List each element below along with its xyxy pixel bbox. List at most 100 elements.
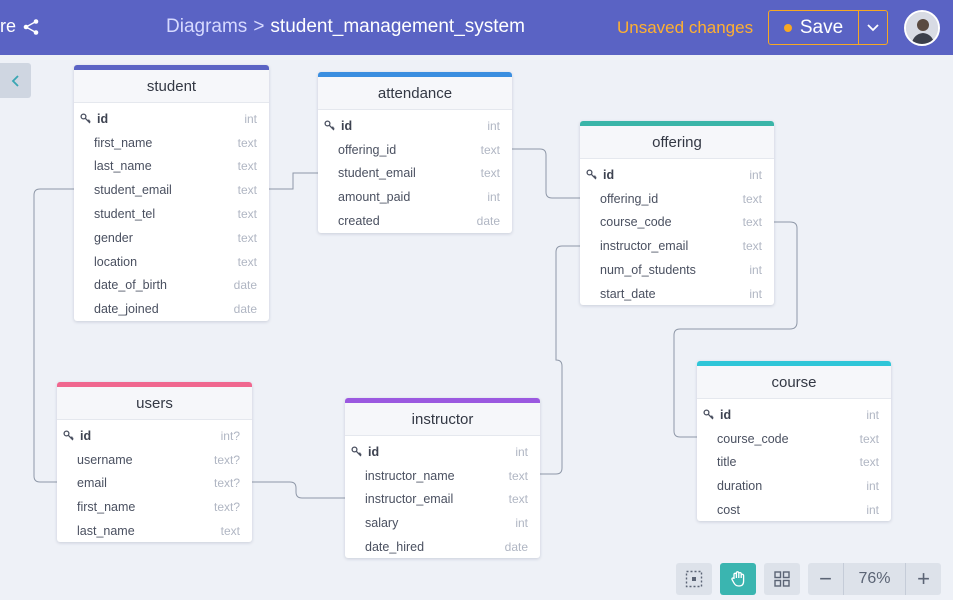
table-course[interactable]: course id int course_code text title text durat…	[697, 361, 891, 521]
table-attendance[interactable]: attendance id int offering_id text student_em…	[318, 72, 512, 233]
column-row[interactable]: student_tel text	[74, 202, 269, 226]
column-row[interactable]: start_date int	[580, 282, 774, 305]
column-row[interactable]: student_email text	[74, 178, 269, 202]
column-row[interactable]: salary int	[345, 511, 540, 535]
column-name: student_email	[338, 166, 416, 181]
column-name: date_of_birth	[94, 278, 167, 293]
table-header-course[interactable]: course	[697, 361, 891, 399]
save-label: Save	[799, 16, 844, 38]
link-instructor-offering	[540, 245, 580, 475]
zoom-out-button[interactable]: −	[808, 563, 843, 595]
column-row[interactable]: id int	[580, 163, 774, 187]
column-name: cost	[717, 503, 740, 518]
table-header-users[interactable]: users	[57, 382, 252, 420]
pan-mode-button[interactable]	[720, 563, 756, 595]
share-icon	[23, 18, 39, 35]
primary-key-icon	[351, 446, 365, 457]
column-name: student_email	[94, 183, 172, 198]
column-row[interactable]: duration int	[697, 474, 891, 498]
column-type: int?	[220, 428, 240, 443]
column-row[interactable]: offering_id text	[318, 138, 512, 162]
column-type: int	[866, 407, 879, 422]
primary-key-icon	[324, 120, 338, 131]
column-row[interactable]: last_name text	[57, 519, 252, 542]
column-row[interactable]: first_name text	[74, 131, 269, 155]
save-options-dropdown[interactable]	[859, 10, 888, 45]
column-row[interactable]: date_of_birth date	[74, 274, 269, 298]
column-row[interactable]: gender text	[74, 226, 269, 250]
breadcrumb-separator: >	[253, 16, 265, 37]
column-name: created	[338, 214, 380, 229]
column-row[interactable]: created date	[318, 209, 512, 233]
zoom-level[interactable]: 76%	[843, 563, 906, 595]
column-row[interactable]: email text?	[57, 472, 252, 496]
column-name-wrap: date_of_birth	[94, 278, 167, 292]
table-header-offering[interactable]: offering	[580, 121, 774, 159]
column-type: int	[749, 167, 762, 182]
column-name: title	[717, 455, 737, 470]
column-type: text	[237, 135, 257, 150]
column-row[interactable]: instructor_email text	[345, 488, 540, 512]
column-row[interactable]: instructor_email text	[580, 234, 774, 258]
layout-grid-icon	[774, 571, 790, 587]
table-header-attendance[interactable]: attendance	[318, 72, 512, 110]
column-name-wrap: student_tel	[94, 207, 155, 221]
column-name: email	[77, 476, 107, 491]
table-student[interactable]: student id int first_name text last_name text s…	[74, 65, 269, 321]
column-name-wrap: num_of_students	[600, 263, 696, 277]
column-row[interactable]: title text	[697, 451, 891, 475]
column-name-wrap: gender	[94, 231, 133, 245]
primary-key-icon	[703, 409, 717, 420]
breadcrumb-diagrams[interactable]: Diagrams	[166, 16, 247, 37]
column-type: date	[233, 302, 257, 317]
collapse-sidebar-button[interactable]	[0, 63, 31, 98]
column-name-wrap: student_email	[94, 183, 172, 197]
column-name: id	[720, 407, 732, 422]
column-type: text	[237, 230, 257, 245]
column-list: id int first_name text last_name text student_…	[74, 103, 269, 321]
column-row[interactable]: last_name text	[74, 155, 269, 179]
column-type: text	[237, 254, 257, 269]
column-row[interactable]: student_email text	[318, 162, 512, 186]
column-name-wrap: start_date	[600, 287, 656, 301]
snap-to-grid-button[interactable]	[676, 563, 712, 595]
column-row[interactable]: location text	[74, 250, 269, 274]
link-users-instructor	[252, 481, 345, 499]
column-row[interactable]: id int	[318, 114, 512, 138]
column-row[interactable]: cost int	[697, 498, 891, 521]
table-offering[interactable]: offering id int offering_id text course_code t…	[580, 121, 774, 305]
diagram-title[interactable]: student_management_system	[270, 16, 525, 37]
column-row[interactable]: id int	[74, 107, 269, 131]
share-button[interactable]: re	[0, 16, 40, 37]
column-row[interactable]: id int	[345, 440, 540, 464]
column-type: text	[742, 191, 762, 206]
column-row[interactable]: date_joined date	[74, 297, 269, 321]
column-row[interactable]: id int	[697, 403, 891, 427]
column-type: int	[515, 444, 528, 459]
table-instructor[interactable]: instructor id int instructor_name text instru…	[345, 398, 540, 558]
column-row[interactable]: amount_paid int	[318, 185, 512, 209]
column-row[interactable]: username text?	[57, 448, 252, 472]
grid-snap-icon	[685, 570, 703, 588]
column-row[interactable]: num_of_students int	[580, 258, 774, 282]
table-header-instructor[interactable]: instructor	[345, 398, 540, 436]
column-row[interactable]: course_code text	[580, 211, 774, 235]
save-button[interactable]: Save	[768, 10, 859, 45]
column-row[interactable]: instructor_name text	[345, 464, 540, 488]
table-users[interactable]: users id int? username text? email text? first_…	[57, 382, 252, 542]
column-name: instructor_email	[600, 239, 689, 254]
primary-key-icon	[63, 430, 77, 441]
column-name: offering_id	[600, 191, 659, 206]
column-name-wrap: id	[63, 429, 91, 443]
column-row[interactable]: id int?	[57, 424, 252, 448]
column-name-wrap: title	[717, 455, 736, 469]
column-row[interactable]: date_hired date	[345, 535, 540, 558]
auto-layout-button[interactable]	[764, 563, 800, 595]
table-header-student[interactable]: student	[74, 65, 269, 103]
user-avatar[interactable]	[904, 10, 940, 46]
column-row[interactable]: course_code text	[697, 427, 891, 451]
zoom-in-button[interactable]: +	[906, 563, 941, 595]
column-row[interactable]: first_name text?	[57, 495, 252, 519]
column-row[interactable]: offering_id text	[580, 187, 774, 211]
column-name: id	[341, 118, 353, 133]
